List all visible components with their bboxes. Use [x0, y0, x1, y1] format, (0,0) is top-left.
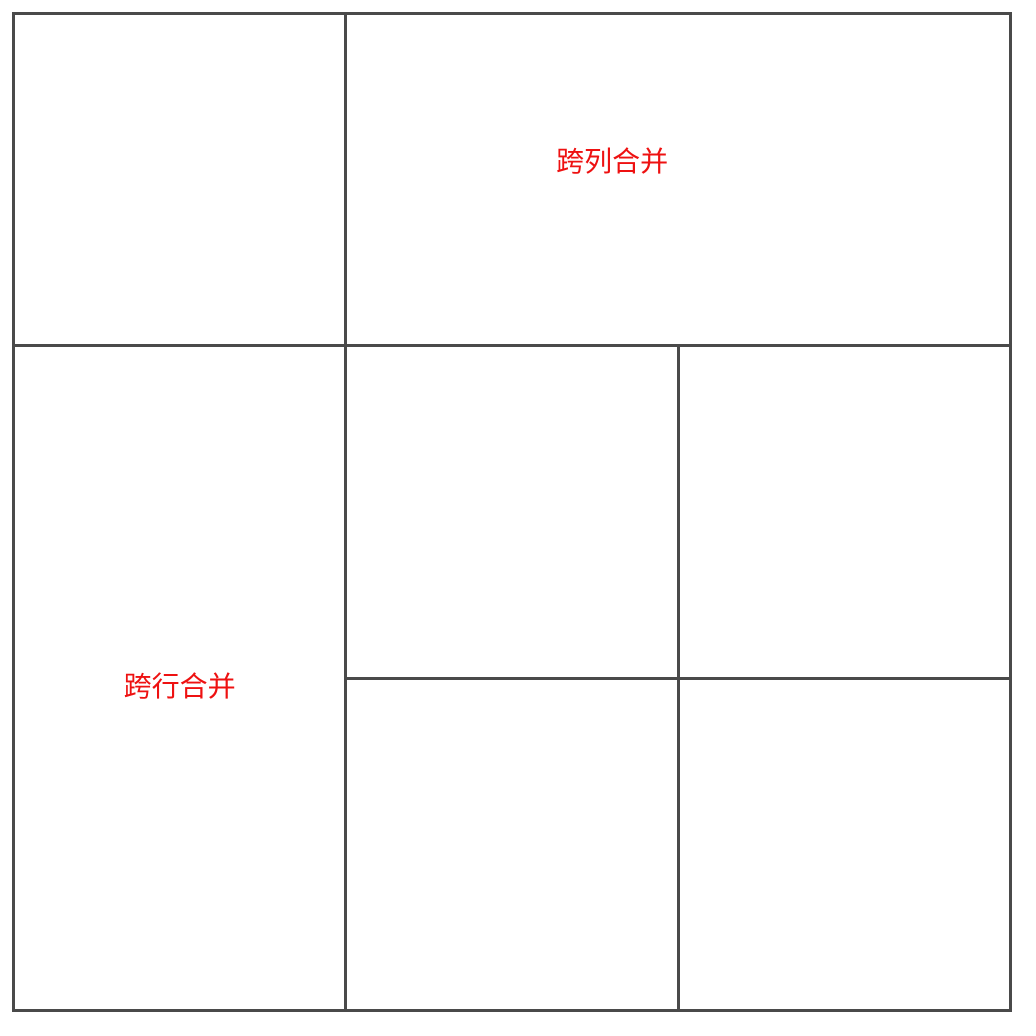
empty-cell	[344, 676, 680, 1013]
empty-cell	[344, 344, 680, 680]
merge-table: 跨列合并 跨行合并	[11, 11, 1013, 1013]
colspan-cell: 跨列合并	[344, 11, 1012, 348]
empty-cell	[676, 676, 1013, 1013]
table-row: 跨列合并	[11, 11, 1012, 348]
empty-cell	[676, 344, 1013, 680]
empty-cell	[11, 11, 348, 348]
table-row: 跨行合并	[11, 344, 1013, 1012]
merge-table-container: 跨列合并 跨行合并	[11, 11, 1013, 1013]
colspan-cell-label: 跨列合并	[556, 144, 669, 178]
rowspan-cell-label: 跨行合并	[123, 670, 236, 704]
rowspan-cell: 跨行合并	[11, 344, 348, 1012]
